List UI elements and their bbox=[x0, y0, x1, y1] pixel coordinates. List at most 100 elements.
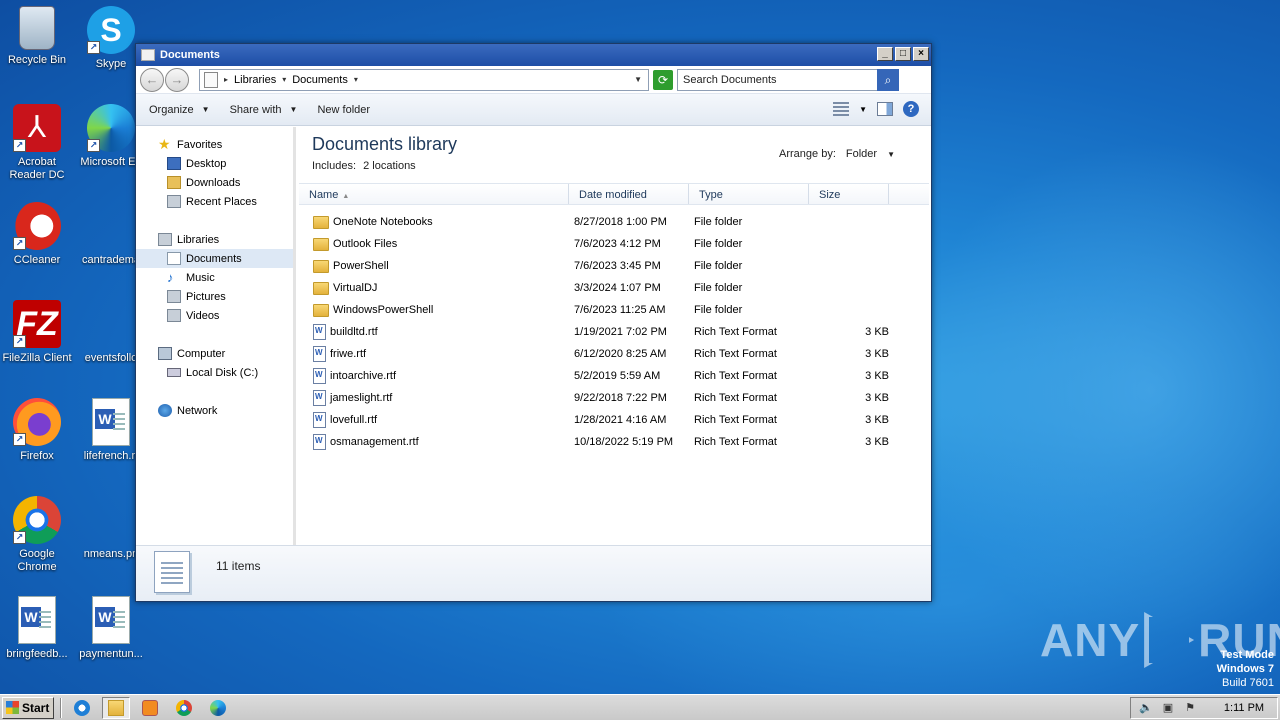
chevron-right-icon[interactable]: ▸ bbox=[224, 75, 228, 84]
desktop-icon-firefox[interactable]: ↗ Firefox bbox=[0, 398, 74, 463]
file-name-cell: osmanagement.rtf bbox=[299, 434, 569, 450]
maximize-button[interactable]: □ bbox=[895, 47, 911, 61]
close-button[interactable]: × bbox=[913, 47, 929, 61]
nav-computer[interactable]: Computer bbox=[136, 344, 293, 363]
file-name-cell: friwe.rtf bbox=[299, 346, 569, 362]
file-date: 7/6/2023 4:12 PM bbox=[574, 238, 661, 250]
network-tray-icon[interactable]: ▣ bbox=[1161, 701, 1175, 715]
nav-desktop[interactable]: Desktop bbox=[136, 154, 293, 173]
chevron-down-icon[interactable]: ▾ bbox=[282, 75, 286, 84]
minimize-button[interactable]: _ bbox=[877, 47, 893, 61]
file-type: Rich Text Format bbox=[694, 326, 777, 338]
breadcrumb-documents[interactable]: Documents bbox=[292, 74, 348, 86]
desktop-icon-chrome[interactable]: ↗ Google Chrome bbox=[0, 496, 74, 574]
file-type: File folder bbox=[694, 282, 743, 294]
file-list: OneNote Notebooks 8/27/2018 1:00 PM File f… bbox=[299, 211, 929, 453]
nav-libraries[interactable]: Libraries bbox=[136, 230, 293, 249]
organize-button[interactable]: Organize ▼ bbox=[149, 104, 210, 116]
refresh-button[interactable]: ⟳ bbox=[653, 69, 673, 90]
file-row[interactable]: osmanagement.rtf 10/18/2022 5:19 PM Rich T… bbox=[299, 431, 929, 453]
desktop-icon-paymentun[interactable]: W paymentun... bbox=[74, 596, 148, 661]
taskbar-edge[interactable] bbox=[204, 697, 232, 719]
column-header-type[interactable]: Type bbox=[689, 184, 809, 204]
column-headers: Name ▲ Date modified Type Size bbox=[299, 183, 929, 205]
file-name: lovefull.rtf bbox=[330, 414, 378, 426]
file-row[interactable]: PowerShell 7/6/2023 3:45 PM File folder bbox=[299, 255, 929, 277]
chrome-icon: ↗ bbox=[13, 496, 61, 544]
play-logo-icon bbox=[1144, 612, 1195, 668]
nav-videos[interactable]: Videos bbox=[136, 306, 293, 325]
folder-icon bbox=[108, 699, 124, 716]
nav-documents[interactable]: Documents bbox=[136, 249, 293, 268]
nav-pictures[interactable]: Pictures bbox=[136, 287, 293, 306]
documents-library-icon bbox=[154, 551, 190, 593]
clock[interactable]: 1:11 PM bbox=[1219, 702, 1269, 714]
share-with-button[interactable]: Share with ▼ bbox=[230, 104, 298, 116]
chevron-down-icon[interactable]: ▾ bbox=[354, 75, 358, 84]
volume-icon[interactable]: 🔈 bbox=[1139, 701, 1153, 715]
help-icon[interactable]: ? bbox=[903, 101, 919, 117]
library-locations-link[interactable]: 2 locations bbox=[363, 160, 416, 172]
file-row[interactable]: Outlook Files 7/6/2023 4:12 PM File folder bbox=[299, 233, 929, 255]
pictures-icon bbox=[167, 290, 181, 303]
file-name-cell: buildltd.rtf bbox=[299, 324, 569, 340]
chevron-down-icon[interactable]: ▼ bbox=[887, 150, 895, 159]
file-row[interactable]: lovefull.rtf 1/28/2021 4:16 AM Rich Text F… bbox=[299, 409, 929, 431]
desktop-icon-recycle-bin[interactable]: Recycle Bin bbox=[0, 6, 74, 67]
column-header-date[interactable]: Date modified bbox=[569, 184, 689, 204]
column-header-name[interactable]: Name ▲ bbox=[299, 184, 569, 204]
taskbar-explorer[interactable] bbox=[102, 696, 130, 719]
firefox-icon: ↗ bbox=[13, 398, 61, 446]
file-row[interactable]: WindowsPowerShell 7/6/2023 11:25 AM File f… bbox=[299, 299, 929, 321]
nav-recent-places[interactable]: Recent Places bbox=[136, 192, 293, 211]
file-row[interactable]: friwe.rtf 6/12/2020 8:25 AM Rich Text Form… bbox=[299, 343, 929, 365]
desktop-icon-acrobat[interactable]: ⅄ ↗ Acrobat Reader DC bbox=[0, 104, 74, 182]
column-header-size[interactable]: Size bbox=[809, 184, 889, 204]
file-date: 9/22/2018 7:22 PM bbox=[574, 392, 667, 404]
forward-button[interactable]: → bbox=[165, 67, 189, 92]
nav-network[interactable]: Network bbox=[136, 401, 293, 420]
file-row[interactable]: VirtualDJ 3/3/2024 1:07 PM File folder bbox=[299, 277, 929, 299]
action-center-flag-icon[interactable]: ⚑ bbox=[1183, 701, 1197, 715]
file-name: Outlook Files bbox=[333, 238, 398, 250]
taskbar-ie[interactable] bbox=[68, 697, 96, 719]
view-options-icon[interactable] bbox=[833, 102, 850, 116]
search-icon[interactable]: ⌕ bbox=[877, 68, 899, 91]
back-button[interactable]: ← bbox=[140, 67, 164, 92]
desktop-icon-bringfeedb[interactable]: W bringfeedb... bbox=[0, 596, 74, 661]
new-folder-button[interactable]: New folder bbox=[317, 104, 370, 116]
ccleaner-icon: ↗ bbox=[13, 202, 61, 250]
title-bar[interactable]: Documents _ □ × bbox=[136, 44, 931, 66]
file-name: intoarchive.rtf bbox=[330, 370, 397, 382]
file-row[interactable]: buildltd.rtf 1/19/2021 7:02 PM Rich Text F… bbox=[299, 321, 929, 343]
breadcrumb-libraries[interactable]: Libraries bbox=[234, 74, 276, 86]
arrange-by-dropdown[interactable]: Folder bbox=[846, 148, 877, 160]
file-date: 8/27/2018 1:00 PM bbox=[574, 216, 667, 228]
nav-favorites[interactable]: ★ Favorites bbox=[136, 135, 293, 154]
desktop-icon-ccleaner[interactable]: ↗ CCleaner bbox=[0, 202, 74, 267]
nav-downloads[interactable]: Downloads bbox=[136, 173, 293, 192]
preview-pane-icon[interactable] bbox=[877, 102, 893, 116]
start-button[interactable]: Start bbox=[2, 696, 54, 719]
breadcrumb[interactable]: ▸ Libraries ▾ Documents ▾ ▼ bbox=[199, 68, 649, 91]
file-row[interactable]: jameslight.rtf 9/22/2018 7:22 PM Rich Text… bbox=[299, 387, 929, 409]
library-page-icon bbox=[204, 71, 218, 88]
filezilla-icon: FZ ↗ bbox=[13, 300, 61, 348]
nav-music[interactable]: ♪ Music bbox=[136, 268, 293, 287]
search-input[interactable]: Search Documents ⌕ bbox=[677, 68, 899, 91]
desktop-icon-filezilla[interactable]: FZ ↗ FileZilla Client bbox=[0, 300, 74, 365]
folder-icon bbox=[313, 303, 329, 317]
downloads-icon bbox=[167, 176, 181, 189]
file-name: osmanagement.rtf bbox=[330, 436, 419, 448]
file-row[interactable]: OneNote Notebooks 8/27/2018 1:00 PM File f… bbox=[299, 211, 929, 233]
taskbar-chrome[interactable] bbox=[170, 697, 198, 719]
file-row[interactable]: intoarchive.rtf 5/2/2019 5:59 AM Rich Text… bbox=[299, 365, 929, 387]
address-history-dropdown[interactable]: ▼ bbox=[634, 75, 642, 84]
file-name: OneNote Notebooks bbox=[333, 216, 433, 228]
star-icon: ★ bbox=[158, 136, 171, 152]
file-date: 6/12/2020 8:25 AM bbox=[574, 348, 667, 360]
chevron-down-icon[interactable]: ▼ bbox=[859, 105, 867, 114]
file-size: 3 KB bbox=[865, 370, 889, 382]
nav-local-disk[interactable]: Local Disk (C:) bbox=[136, 363, 293, 382]
taskbar-media-player[interactable] bbox=[136, 697, 164, 719]
